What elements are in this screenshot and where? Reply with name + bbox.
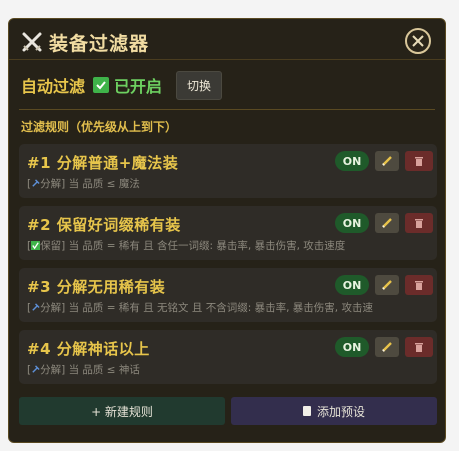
rule-on-toggle[interactable]: ON <box>335 151 369 171</box>
pencil-icon <box>382 156 392 166</box>
rule-condition: [分解] 当 品质 ≤ 魔法 <box>27 176 432 191</box>
rule-condition-text: 当 品质 ≤ 魔法 <box>68 178 140 190</box>
new-rule-button[interactable]: + 新建规则 <box>19 397 225 425</box>
rule-tag-text: 分解] <box>40 302 66 314</box>
trash-icon <box>415 280 423 290</box>
trash-icon <box>415 342 423 352</box>
rule-name: #3 分解无用稀有装 <box>27 278 166 296</box>
pencil-icon <box>382 280 392 290</box>
crossed-swords-icon <box>21 31 43 53</box>
delete-button[interactable] <box>405 213 433 233</box>
rule-on-toggle[interactable]: ON <box>335 275 369 295</box>
trash-icon <box>415 156 423 166</box>
rule-card: #4 分解神话以上 [分解] 当 品质 ≤ 神话 ON <box>19 330 437 384</box>
close-button[interactable] <box>405 28 431 54</box>
edit-button[interactable] <box>375 213 399 233</box>
hammer-icon <box>32 303 40 311</box>
edit-button[interactable] <box>375 151 399 171</box>
delete-button[interactable] <box>405 275 433 295</box>
rule-condition: [保留] 当 品质 = 稀有 且 含任一词缀: 暴击率, 暴击伤害, 攻击速度 <box>27 238 432 253</box>
rule-card: #1 分解普通+魔法装 [分解] 当 品质 ≤ 魔法 ON <box>19 144 437 198</box>
hammer-icon <box>32 179 40 187</box>
auto-filter-status: 已开启 <box>114 77 163 96</box>
rule-condition-text: 当 品质 ≤ 神话 <box>68 364 140 376</box>
rule-condition: [分解] 当 品质 ≤ 神话 <box>27 362 432 377</box>
add-preset-label: 添加预设 <box>316 404 365 419</box>
auto-filter-label: 自动过滤 <box>21 77 86 96</box>
rule-condition-text: 当 品质 = 稀有 且 含任一词缀: 暴击率, 暴击伤害, 攻击速度 <box>68 240 346 252</box>
checkmark-icon <box>96 81 106 90</box>
close-icon <box>412 35 424 47</box>
rule-condition: [分解] 当 品质 = 稀有 且 无铭文 且 不含词缀: 暴击率, 暴击伤害, … <box>27 300 432 315</box>
auto-filter-checkbox[interactable] <box>93 77 110 93</box>
rule-tag-text: 分解] <box>40 178 66 190</box>
rule-on-toggle[interactable]: ON <box>335 213 369 233</box>
rule-card: #3 分解无用稀有装 [分解] 当 品质 = 稀有 且 无铭文 且 不含词缀: … <box>19 268 437 322</box>
equipment-filter-panel: 装备过滤器 自动过滤 已开启 切换 过滤规则（优先级从上到下） #1 分解普通+… <box>8 18 446 443</box>
checkbox-icon <box>31 241 41 250</box>
rule-tag-text: 分解] <box>40 364 66 376</box>
rules-section-title: 过滤规则（优先级从上到下） <box>21 120 178 134</box>
pencil-icon <box>382 342 392 352</box>
rule-name: #2 保留好词缀稀有装 <box>27 216 181 234</box>
section-divider <box>19 109 435 110</box>
window-title: 装备过滤器 <box>49 32 150 55</box>
edit-button[interactable] <box>375 337 399 357</box>
title-divider <box>9 59 445 60</box>
rule-condition-text: 当 品质 = 稀有 且 无铭文 且 不含词缀: 暴击率, 暴击伤害, 攻击速 <box>68 302 373 314</box>
rule-name: #1 分解普通+魔法装 <box>27 154 179 172</box>
edit-button[interactable] <box>375 275 399 295</box>
trash-icon <box>415 218 423 228</box>
rule-on-toggle[interactable]: ON <box>335 337 369 357</box>
add-preset-button[interactable]: 添加预设 <box>231 397 437 425</box>
rule-tag-text: 保留] <box>40 240 66 252</box>
title-bar: 装备过滤器 <box>21 25 435 59</box>
pencil-icon <box>382 218 392 228</box>
auto-filter-row: 自动过滤 已开启 切换 <box>21 70 223 100</box>
delete-button[interactable] <box>405 337 433 357</box>
toggle-button[interactable]: 切换 <box>176 70 223 100</box>
rule-name: #4 分解神话以上 <box>27 340 150 358</box>
hammer-icon <box>32 365 40 373</box>
rule-card: #2 保留好词缀稀有装 [保留] 当 品质 = 稀有 且 含任一词缀: 暴击率,… <box>19 206 437 260</box>
document-icon <box>302 406 311 416</box>
delete-button[interactable] <box>405 151 433 171</box>
